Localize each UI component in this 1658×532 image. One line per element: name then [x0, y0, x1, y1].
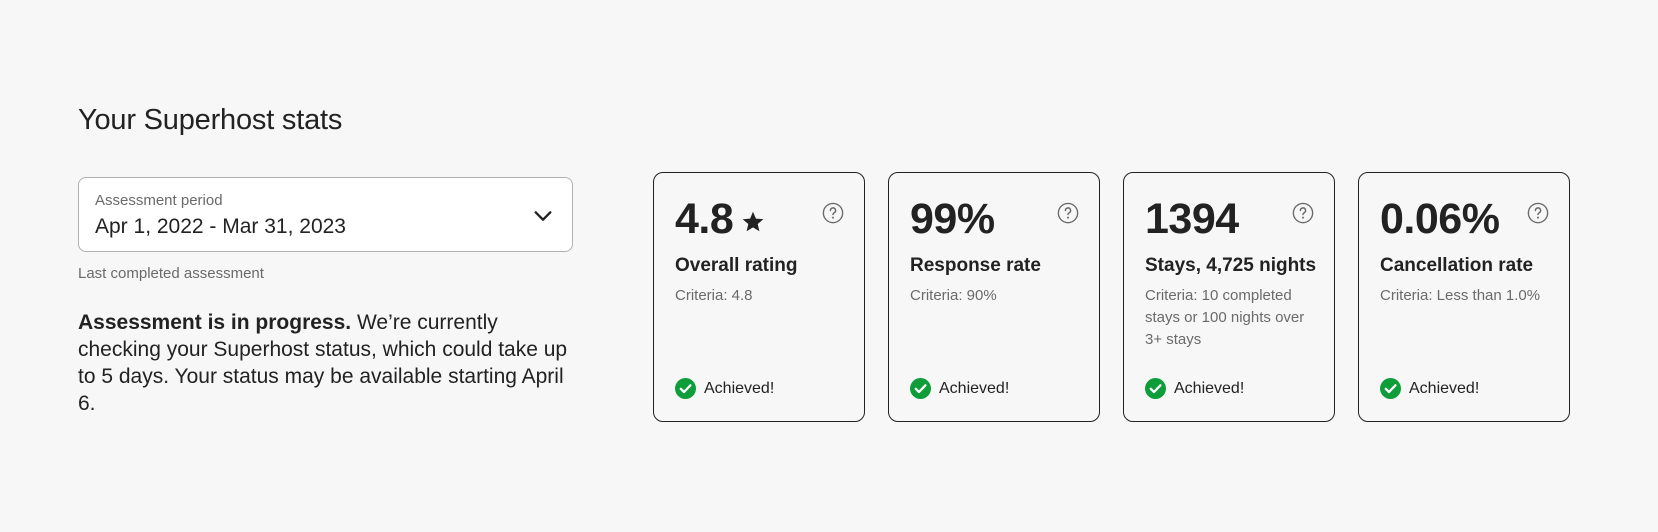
star-icon	[742, 211, 764, 231]
assessment-period-caption: Last completed assessment	[78, 265, 264, 282]
stat-title: Overall rating	[675, 255, 798, 276]
stat-value-number: 4.8	[675, 195, 734, 243]
stat-card-overall-rating: 4.8 Overall rating Criteria: 4.8 Achieve…	[653, 172, 865, 422]
assessment-period-label: Assessment period	[95, 192, 223, 209]
stat-value-number: 1394	[1145, 195, 1239, 243]
chevron-down-icon	[534, 211, 552, 221]
superhost-stats-page: Your Superhost stats Assessment period A…	[0, 0, 1658, 532]
question-mark-icon[interactable]	[1057, 202, 1079, 224]
stat-value: 0.06%	[1380, 195, 1500, 244]
stat-status-label: Achieved!	[704, 379, 775, 397]
stat-status: Achieved!	[910, 378, 1009, 399]
assessment-progress-message: Assessment is in progress. We’re current…	[78, 309, 578, 417]
stat-criteria: Criteria: Less than 1.0%	[1380, 287, 1541, 304]
stat-status: Achieved!	[675, 378, 774, 399]
check-circle-icon	[675, 378, 696, 399]
stat-value-number: 0.06%	[1380, 195, 1500, 243]
stat-criteria: Criteria: 90%	[910, 287, 997, 304]
stat-title: Cancellation rate	[1380, 255, 1534, 276]
stat-value: 1394	[1145, 195, 1239, 244]
stat-card-response-rate: 99% Response rate Criteria: 90% Achieved…	[888, 172, 1100, 422]
check-circle-icon	[1380, 378, 1401, 399]
stat-value: 4.8	[675, 195, 765, 244]
stat-card-cancellation-rate: 0.06% Cancellation rate Criteria: Less t…	[1358, 172, 1570, 422]
stat-title: Stays, 4,725 nights	[1145, 255, 1317, 276]
progress-bold: Assessment is in progress.	[78, 311, 352, 334]
stat-status: Achieved!	[1145, 378, 1244, 399]
check-circle-icon	[1145, 378, 1166, 399]
stat-status-label: Achieved!	[1409, 379, 1480, 397]
question-mark-icon[interactable]	[1292, 202, 1314, 224]
stat-criteria: Criteria: 10 completed stays or 100 nigh…	[1145, 287, 1305, 348]
stat-title: Response rate	[910, 255, 1041, 276]
page-title: Your Superhost stats	[78, 104, 343, 136]
stat-status-label: Achieved!	[1174, 379, 1245, 397]
stat-status: Achieved!	[1380, 378, 1479, 399]
question-mark-icon[interactable]	[822, 202, 844, 224]
stat-criteria: Criteria: 4.8	[675, 287, 753, 304]
stat-card-stays: 1394 Stays, 4,725 nights Criteria: 10 co…	[1123, 172, 1335, 422]
stat-value: 99%	[910, 195, 995, 244]
assessment-period-value: Apr 1, 2022 - Mar 31, 2023	[95, 215, 346, 238]
stat-value-number: 99%	[910, 195, 995, 243]
stat-status-label: Achieved!	[939, 379, 1010, 397]
check-circle-icon	[910, 378, 931, 399]
assessment-period-select[interactable]: Assessment period Apr 1, 2022 - Mar 31, …	[78, 177, 573, 252]
question-mark-icon[interactable]	[1527, 202, 1549, 224]
